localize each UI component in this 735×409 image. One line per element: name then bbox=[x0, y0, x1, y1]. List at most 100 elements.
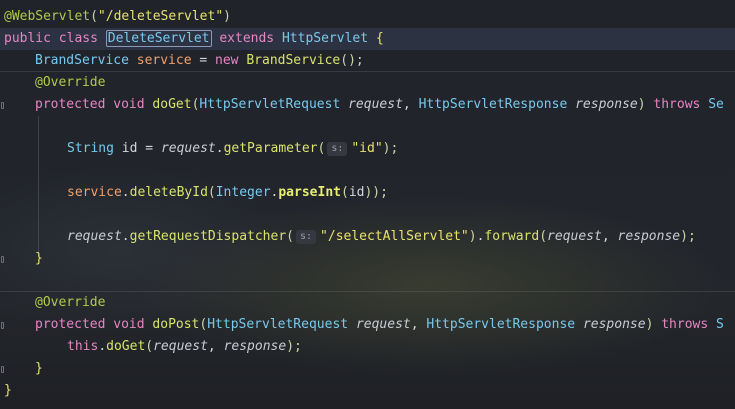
call-end: ); bbox=[286, 339, 302, 354]
call-forward[interactable]: forward bbox=[484, 229, 539, 244]
keyword-throws: throws bbox=[653, 97, 701, 112]
param-request[interactable]: request bbox=[356, 317, 411, 332]
paren: ( bbox=[317, 141, 326, 156]
var-id[interactable]: id bbox=[122, 141, 138, 156]
ref-request[interactable]: request bbox=[67, 229, 122, 244]
arg-response[interactable]: response bbox=[224, 339, 287, 354]
call-doget[interactable]: doGet bbox=[106, 339, 145, 354]
call-end: ); bbox=[680, 229, 696, 244]
call-getrequestdispatcher[interactable]: getRequestDispatcher bbox=[130, 229, 287, 244]
ref-request[interactable]: request bbox=[161, 141, 216, 156]
type-httpservletrequest[interactable]: HttpServletRequest bbox=[207, 317, 348, 332]
ref-service[interactable]: service bbox=[67, 185, 122, 200]
keyword-protected: protected bbox=[35, 317, 106, 332]
arg-request[interactable]: request bbox=[153, 339, 208, 354]
parent-class-httpservlet[interactable]: HttpServlet bbox=[282, 31, 368, 46]
paren: ( bbox=[90, 9, 98, 24]
webservlet-annotation: @WebServlet bbox=[4, 9, 91, 24]
code-line-4[interactable]: @Override bbox=[0, 72, 735, 94]
open-brace: { bbox=[375, 31, 384, 46]
paren: ) bbox=[645, 317, 654, 332]
call-getparameter[interactable]: getParameter bbox=[224, 141, 318, 156]
type-httpservletresponse[interactable]: HttpServletResponse bbox=[419, 97, 568, 112]
call-end: )); bbox=[364, 185, 388, 200]
constructor-brandservice[interactable]: BrandService bbox=[246, 53, 340, 68]
comma: , bbox=[402, 97, 419, 112]
comma: , bbox=[207, 339, 224, 354]
code-line-12[interactable]: } bbox=[0, 248, 735, 270]
keyword-protected: protected bbox=[35, 97, 106, 112]
call-end: ); bbox=[382, 141, 399, 156]
keyword-class: class bbox=[58, 31, 98, 46]
close-brace: } bbox=[4, 383, 12, 398]
code-line-14[interactable]: @Override bbox=[0, 292, 735, 314]
exception-type-truncated[interactable]: S bbox=[716, 317, 724, 332]
dot: . bbox=[215, 141, 224, 156]
string-id: "id" bbox=[351, 141, 383, 156]
keyword-void: void bbox=[113, 97, 145, 112]
code-editor[interactable]: @WebServlet("/deleteServlet") public cla… bbox=[0, 0, 735, 409]
code-line-11[interactable]: request.getRequestDispatcher(s: "/selectA… bbox=[0, 226, 735, 248]
param-request[interactable]: request bbox=[348, 97, 403, 112]
assign-operator: = bbox=[191, 53, 216, 68]
code-line-9[interactable]: service.deleteById(Integer.parseInt(id))… bbox=[0, 182, 735, 204]
servlet-path-string: "/deleteServlet" bbox=[97, 9, 224, 24]
exception-type-truncated[interactable]: Se bbox=[708, 97, 724, 112]
dot: . bbox=[121, 229, 130, 244]
dot: . bbox=[98, 339, 107, 354]
type-httpservletrequest[interactable]: HttpServletRequest bbox=[199, 97, 340, 112]
close-brace: } bbox=[35, 251, 43, 266]
parameter-hint: s: bbox=[296, 230, 317, 244]
type-httpservletresponse[interactable]: HttpServletResponse bbox=[426, 317, 575, 332]
fold-icon[interactable] bbox=[1, 322, 4, 329]
paren: ( bbox=[286, 229, 294, 244]
code-line-2[interactable]: public class DeleteServlet extends HttpS… bbox=[0, 28, 735, 50]
call-parseint[interactable]: parseInt bbox=[278, 185, 341, 200]
paren: ) bbox=[637, 97, 646, 112]
method-dopost[interactable]: doPost bbox=[152, 317, 199, 332]
fold-icon[interactable] bbox=[1, 256, 4, 263]
code-line-18[interactable]: } bbox=[0, 380, 735, 402]
constructor-args: (); bbox=[340, 53, 364, 68]
paren: ( bbox=[207, 185, 216, 200]
dot: . bbox=[121, 185, 130, 200]
override-annotation: @Override bbox=[35, 295, 106, 310]
parameter-hint: s: bbox=[327, 142, 348, 156]
param-response[interactable]: response bbox=[583, 317, 646, 332]
code-line-7[interactable]: String id = request.getParameter(s: "id")… bbox=[0, 138, 735, 160]
assign-operator: = bbox=[137, 141, 161, 156]
code-line-17[interactable]: } bbox=[0, 358, 735, 380]
class-integer[interactable]: Integer bbox=[216, 185, 271, 200]
type-string[interactable]: String bbox=[67, 141, 114, 156]
string-selectallservlet: "/selectAllServlet" bbox=[320, 229, 469, 244]
paren: ( bbox=[539, 229, 548, 244]
call-deletebyid[interactable]: deleteById bbox=[130, 185, 208, 200]
comma: , bbox=[601, 229, 618, 244]
keyword-throws: throws bbox=[661, 317, 709, 332]
arg-id[interactable]: id bbox=[349, 185, 365, 200]
paren: ( bbox=[340, 185, 349, 200]
type-brandservice[interactable]: BrandService bbox=[35, 53, 129, 68]
keyword-this: this bbox=[67, 339, 99, 354]
code-line-1[interactable]: @WebServlet("/deleteServlet") bbox=[0, 6, 735, 28]
param-response[interactable]: response bbox=[575, 97, 638, 112]
keyword-extends: extends bbox=[219, 31, 275, 46]
field-service[interactable]: service bbox=[137, 53, 192, 68]
code-line-5[interactable]: protected void doGet(HttpServletRequest … bbox=[0, 94, 735, 116]
comma: , bbox=[410, 317, 427, 332]
close-brace: } bbox=[35, 361, 43, 376]
arg-request[interactable]: request bbox=[547, 229, 602, 244]
keyword-new: new bbox=[215, 53, 239, 68]
code-line-15[interactable]: protected void doPost(HttpServletRequest… bbox=[0, 314, 735, 336]
code-line-3[interactable]: BrandService service = new BrandService(… bbox=[0, 50, 735, 72]
arg-response[interactable]: response bbox=[618, 229, 681, 244]
keyword-void: void bbox=[113, 317, 145, 332]
paren: ( bbox=[145, 339, 154, 354]
fold-icon[interactable] bbox=[1, 366, 4, 373]
keyword-public: public bbox=[4, 31, 51, 46]
class-name-deleteservlet[interactable]: DeleteServlet bbox=[105, 30, 212, 47]
method-doget[interactable]: doGet bbox=[152, 97, 191, 112]
fold-icon[interactable] bbox=[1, 102, 4, 109]
paren: ) bbox=[223, 9, 231, 24]
code-line-16[interactable]: this.doGet(request, response); bbox=[0, 336, 735, 358]
